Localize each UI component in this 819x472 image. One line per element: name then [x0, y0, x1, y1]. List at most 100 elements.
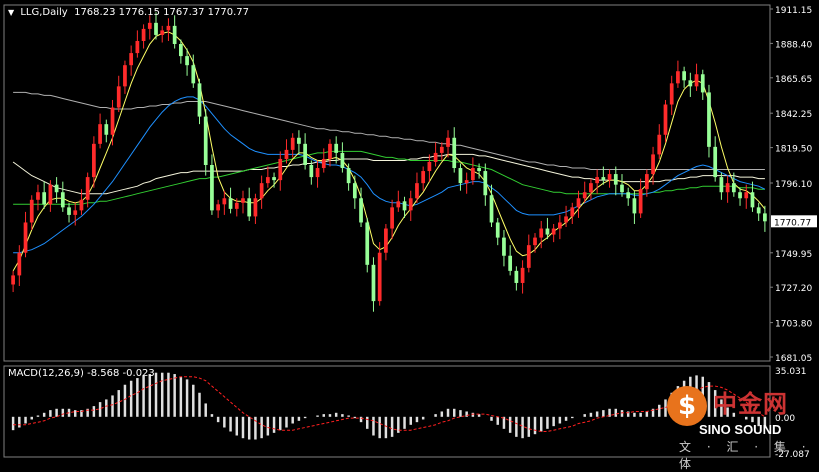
- candle-body: [210, 165, 214, 211]
- candle-body: [464, 180, 469, 184]
- candle-body: [23, 222, 28, 253]
- price-tick-label: 1911.15: [775, 6, 812, 16]
- candle-body: [396, 201, 401, 208]
- ohlc-values: 1768.23 1776.15 1767.37 1770.77: [74, 7, 250, 18]
- candle-body: [564, 216, 568, 223]
- candle-body: [651, 154, 655, 175]
- candle-body: [141, 28, 146, 41]
- candle-body: [48, 184, 53, 205]
- current-price-label: 1770.77: [774, 218, 811, 228]
- candle-body: [185, 56, 189, 66]
- candle-body: [191, 65, 196, 84]
- candle-body: [452, 137, 457, 169]
- candle-body: [421, 171, 426, 184]
- candle-body: [402, 201, 407, 211]
- candle-body: [17, 252, 22, 276]
- price-tick-label: 1842.25: [775, 110, 812, 120]
- candle-body: [557, 222, 562, 229]
- candle-body: [340, 152, 345, 169]
- candle-body: [303, 143, 307, 166]
- candle-body: [638, 189, 643, 214]
- candle-body: [545, 228, 550, 235]
- candle-body: [533, 237, 537, 246]
- candle-body: [272, 177, 276, 181]
- dropdown-triangle-icon[interactable]: ▼: [8, 8, 14, 17]
- candle-body: [334, 143, 339, 153]
- watermark-sub: 文 · 汇 · 集 · 体: [679, 440, 812, 471]
- candle-body: [576, 198, 581, 208]
- candle-body: [85, 177, 90, 200]
- candle-body: [371, 264, 376, 302]
- candle-body: [750, 192, 755, 208]
- price-tick-label: 1681.05: [775, 354, 812, 364]
- candle-body: [725, 183, 730, 193]
- candle-body: [707, 92, 711, 147]
- candle-body: [278, 158, 283, 181]
- candle-body: [110, 107, 115, 135]
- candle-body: [657, 134, 662, 155]
- candle-body: [352, 183, 357, 199]
- candle-body: [60, 192, 65, 208]
- candle-body: [570, 207, 575, 217]
- candle-body: [458, 168, 463, 184]
- candle-body: [520, 267, 525, 283]
- coin-logo-icon: $: [667, 386, 707, 426]
- candle-body: [489, 195, 494, 223]
- candle-body: [526, 245, 531, 268]
- price-tick-label: 1749.95: [775, 250, 812, 260]
- candle-body: [682, 71, 686, 81]
- candle-body: [415, 183, 419, 199]
- candle-body: [67, 207, 71, 215]
- candle-body: [284, 149, 289, 159]
- candle-body: [197, 83, 202, 117]
- candle-body: [763, 213, 767, 222]
- candle-body: [29, 199, 34, 223]
- candle-body: [539, 228, 544, 238]
- candle-body: [166, 25, 171, 31]
- candle-body: [514, 270, 519, 283]
- candle-body: [42, 192, 47, 205]
- candle-body: [123, 65, 127, 87]
- candle-body: [297, 137, 301, 144]
- candle-body: [222, 198, 227, 205]
- candle-body: [36, 192, 40, 200]
- candle-body: [98, 124, 102, 144]
- watermark-cn: 中金网: [713, 390, 788, 418]
- candle-body: [427, 161, 432, 172]
- price-tick-label: 1703.80: [775, 320, 812, 330]
- price-axis: 1911.15 1888.40 1865.65 1842.25 1819.50 1796.…: [770, 6, 817, 364]
- candle-body: [135, 40, 140, 54]
- candle-body: [346, 168, 351, 184]
- candle-body: [495, 222, 500, 238]
- candle-body: [104, 124, 109, 135]
- candle-body: [172, 25, 177, 45]
- candle-body: [644, 174, 649, 190]
- candle-body: [116, 86, 121, 108]
- candle-body: [589, 183, 593, 193]
- symbol-label: LLG,Daily: [20, 7, 68, 18]
- candle-body: [154, 22, 158, 35]
- candle-body: [477, 168, 481, 172]
- candle-body: [359, 198, 363, 223]
- price-tick-label: 1819.50: [775, 145, 812, 155]
- candle-body: [259, 183, 264, 199]
- candle-body: [203, 116, 208, 166]
- macd-header: MACD(12,26,9) -8.568 -0.023: [8, 368, 155, 379]
- candle-body: [408, 198, 413, 211]
- candle-body: [502, 237, 506, 256]
- candle-body: [756, 207, 761, 214]
- price-tick-label: 1796.10: [775, 180, 812, 190]
- price-tick-label: 1888.40: [775, 40, 812, 50]
- candle-body: [620, 184, 624, 193]
- candle-body: [228, 198, 233, 209]
- candle-body: [129, 53, 134, 66]
- candle-body: [79, 199, 84, 211]
- candle-body: [11, 275, 15, 285]
- candle-body: [508, 255, 513, 271]
- candle-body: [632, 198, 637, 214]
- candle-body: [713, 146, 718, 178]
- candle-body: [160, 30, 165, 35]
- candle-body: [626, 192, 631, 199]
- candle-body: [483, 171, 488, 196]
- candle-body: [551, 228, 556, 235]
